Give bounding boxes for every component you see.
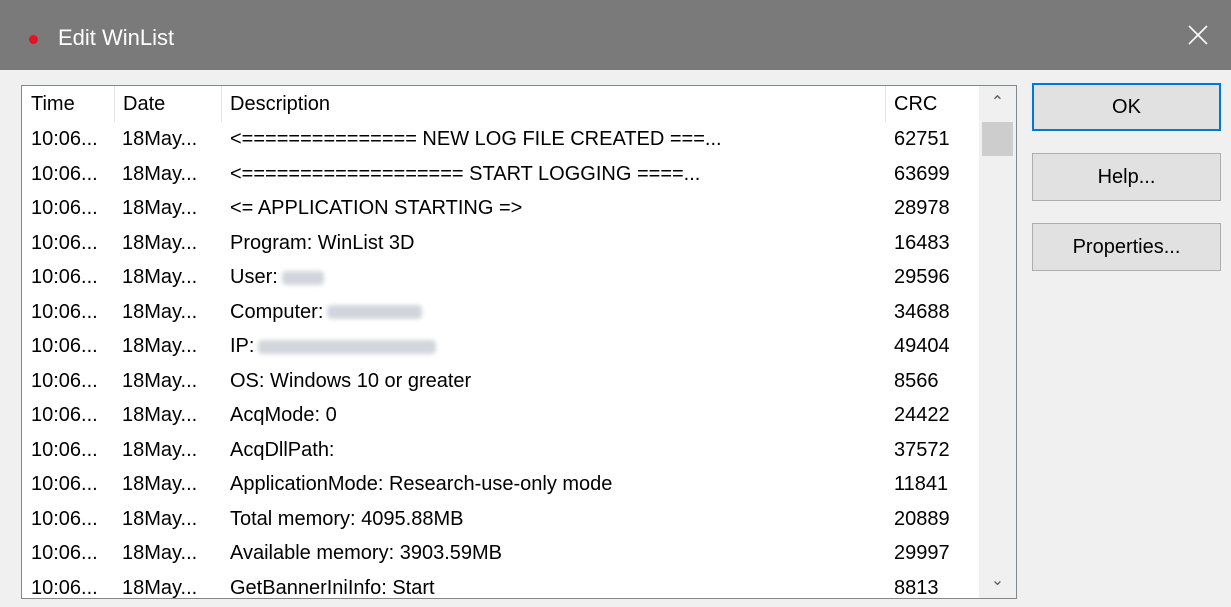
- cell-time: 10:06...: [31, 438, 98, 461]
- cell-crc: 29997: [894, 542, 950, 564]
- cell-description: AcqDllPath:: [230, 438, 335, 461]
- scrollbar-thumb[interactable]: [982, 122, 1013, 156]
- cell-crc: 34688: [894, 300, 950, 323]
- cell-date: 18May...: [122, 576, 198, 599]
- cell-description: IP:: [230, 329, 885, 364]
- cell-crc: 8566: [894, 369, 939, 392]
- cell-time: 10:06...: [31, 473, 98, 495]
- table-row[interactable]: 10:06... 18May... OS: Windows 10 or grea…: [22, 364, 977, 399]
- cell-time: 10:06...: [31, 576, 98, 599]
- cell-description: AcqMode: 0: [230, 404, 337, 426]
- help-button[interactable]: Help...: [1032, 153, 1221, 201]
- cell-date: 18May...: [122, 404, 198, 426]
- scroll-up-button[interactable]: ⌃: [979, 86, 1016, 120]
- chevron-down-icon: ⌄: [990, 572, 1005, 589]
- column-header-time[interactable]: Time: [22, 86, 114, 122]
- cell-crc: 63699: [894, 162, 950, 185]
- properties-button[interactable]: Properties...: [1032, 223, 1221, 271]
- cell-time: 10:06...: [31, 542, 98, 564]
- cell-description: Available memory: 3903.59MB: [230, 542, 502, 564]
- column-header-description[interactable]: Description: [221, 86, 885, 122]
- cell-description: Total memory: 4095.88MB: [230, 507, 464, 530]
- cell-description: GetBannerIniInfo: Start: [230, 576, 435, 599]
- cell-description: <= APPLICATION STARTING =>: [230, 197, 523, 219]
- app-icon: [29, 35, 38, 44]
- dialog-body: Time Date Description CRC 10:06... 18May…: [0, 70, 1231, 607]
- cell-crc: 8813: [894, 576, 939, 599]
- cell-date: 18May...: [122, 369, 198, 392]
- column-header-date[interactable]: Date: [114, 86, 221, 122]
- cell-time: 10:06...: [31, 369, 98, 392]
- table-row[interactable]: 10:06... 18May... IP: 49404: [22, 329, 977, 364]
- cell-crc: 24422: [894, 404, 950, 426]
- cell-time: 10:06...: [31, 231, 98, 254]
- cell-date: 18May...: [122, 438, 198, 461]
- cell-date: 18May...: [122, 266, 198, 288]
- cell-date: 18May...: [122, 197, 198, 219]
- cell-crc: 29596: [894, 266, 950, 288]
- table-row[interactable]: 10:06... 18May... User: 29596: [22, 260, 977, 295]
- cell-date: 18May...: [122, 300, 198, 323]
- cell-description: OS: Windows 10 or greater: [230, 369, 472, 392]
- cell-time: 10:06...: [31, 162, 98, 185]
- cell-date: 18May...: [122, 542, 198, 564]
- close-button[interactable]: [1165, 0, 1231, 70]
- close-icon: [1188, 25, 1208, 45]
- cell-time: 10:06...: [31, 335, 98, 357]
- log-list[interactable]: Time Date Description CRC 10:06... 18May…: [21, 85, 1017, 599]
- table-row[interactable]: 10:06... 18May... Total memory: 4095.88M…: [22, 502, 977, 537]
- cell-date: 18May...: [122, 335, 198, 357]
- table-row[interactable]: 10:06... 18May... AcqDllPath: 37572: [22, 433, 977, 468]
- cell-time: 10:06...: [31, 507, 98, 530]
- cell-date: 18May...: [122, 507, 198, 530]
- chevron-up-icon: ⌃: [990, 94, 1005, 111]
- cell-description: <=============== NEW LOG FILE CREATED ==…: [230, 128, 722, 150]
- vertical-scrollbar[interactable]: ⌃ ⌄: [979, 86, 1016, 598]
- redacted-value: [327, 305, 423, 320]
- description-text: User:: [230, 266, 278, 288]
- cell-crc: 11841: [894, 473, 949, 495]
- title-bar[interactable]: Edit WinList: [0, 0, 1231, 70]
- cell-time: 10:06...: [31, 300, 98, 323]
- table-row[interactable]: 10:06... 18May... <=============== NEW L…: [22, 122, 977, 157]
- cell-crc: 16483: [894, 231, 950, 254]
- cell-crc: 37572: [894, 438, 950, 461]
- cell-description: ApplicationMode: Research-use-only mode: [230, 473, 613, 495]
- cell-crc: 28978: [894, 197, 950, 219]
- table-row[interactable]: 10:06... 18May... <= APPLICATION STARTIN…: [22, 191, 977, 226]
- cell-description: Computer:: [230, 295, 885, 330]
- cell-crc: 20889: [894, 507, 950, 530]
- ok-button[interactable]: OK: [1032, 83, 1221, 131]
- cell-date: 18May...: [122, 473, 198, 495]
- cell-crc: 49404: [894, 335, 950, 357]
- table-row[interactable]: 10:06... 18May... Program: WinList 3D 16…: [22, 226, 977, 261]
- cell-description: User:: [230, 260, 885, 295]
- window-title: Edit WinList: [58, 25, 175, 50]
- table-row[interactable]: 10:06... 18May... ApplicationMode: Resea…: [22, 467, 977, 502]
- table-row[interactable]: 10:06... 18May... GetBannerIniInfo: Star…: [22, 571, 977, 599]
- cell-time: 10:06...: [31, 266, 98, 288]
- list-header: Time Date Description CRC: [22, 86, 977, 122]
- cell-date: 18May...: [122, 128, 198, 150]
- column-header-crc[interactable]: CRC: [885, 86, 977, 122]
- redacted-value: [258, 339, 437, 354]
- cell-time: 10:06...: [31, 404, 98, 426]
- table-row[interactable]: 10:06... 18May... Computer: 34688: [22, 295, 977, 330]
- list-rows: 10:06... 18May... <=============== NEW L…: [22, 122, 977, 599]
- cell-description: <=================== START LOGGING ====.…: [230, 162, 701, 185]
- cell-date: 18May...: [122, 231, 198, 254]
- description-text: IP:: [230, 335, 255, 357]
- redacted-value: [281, 270, 324, 285]
- cell-time: 10:06...: [31, 197, 98, 219]
- table-row[interactable]: 10:06... 18May... AcqMode: 0 24422: [22, 398, 977, 433]
- scroll-down-button[interactable]: ⌄: [979, 564, 1016, 598]
- cell-time: 10:06...: [31, 128, 98, 150]
- cell-crc: 62751: [894, 128, 950, 150]
- description-text: Computer:: [230, 300, 324, 323]
- table-row[interactable]: 10:06... 18May... Available memory: 3903…: [22, 536, 977, 571]
- cell-date: 18May...: [122, 162, 198, 185]
- table-row[interactable]: 10:06... 18May... <=================== S…: [22, 157, 977, 192]
- cell-description: Program: WinList 3D: [230, 231, 415, 254]
